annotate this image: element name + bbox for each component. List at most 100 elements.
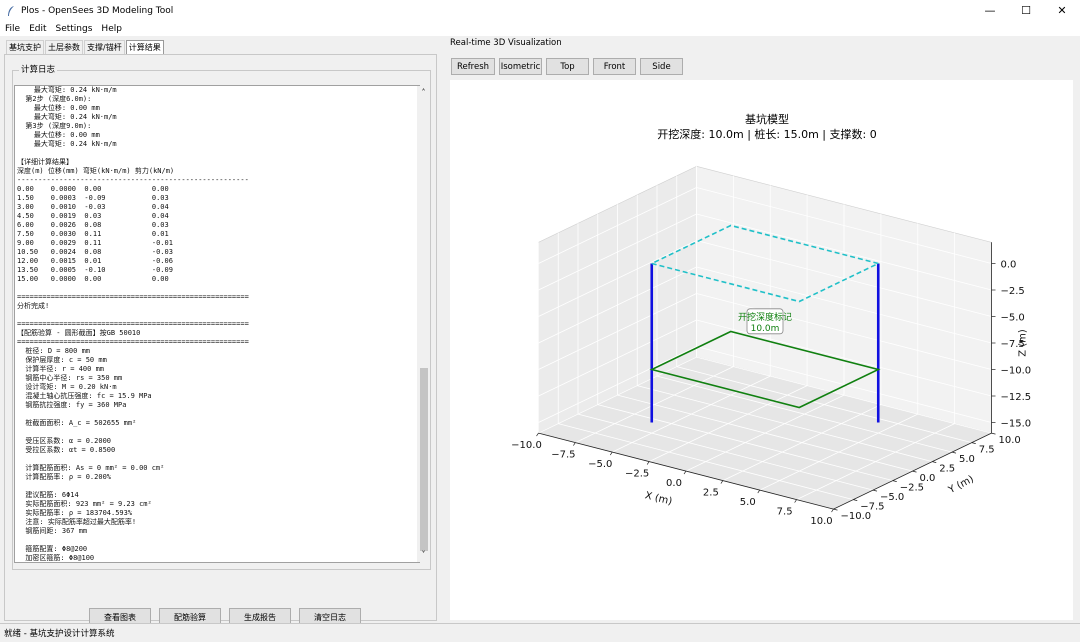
log-line: 受压区系数: α = 0.2000 [17, 437, 112, 445]
log-line: 0.00 0.0000 0.00 0.00 [17, 185, 169, 193]
log-line: 3.00 0.0010 -0.03 0.04 [17, 203, 169, 211]
log-content: 最大弯矩: 0.24 kN·m/m 第2步 (深度6.0m): 最大位移: 0.… [17, 86, 409, 562]
log-scrollbar[interactable]: ˄ ˅ [417, 86, 430, 562]
x-tick [573, 442, 576, 446]
side-view-button[interactable]: Side [640, 58, 683, 75]
y-tick [971, 442, 976, 444]
window-title: Plos - OpenSees 3D Modeling Tool [21, 5, 174, 16]
menu-edit[interactable]: Edit [29, 24, 46, 34]
scroll-up-icon[interactable]: ˄ [419, 88, 428, 98]
log-line: 【详细计算结果】 [17, 158, 73, 166]
x-tick [794, 499, 797, 503]
y-axis-label: Y (m) [946, 474, 976, 497]
z-tick-label: −12.5 [1001, 392, 1032, 403]
y-tick [991, 432, 996, 435]
log-line: ========================================… [17, 320, 249, 328]
log-line: 4.50 0.0019 0.03 0.04 [17, 212, 169, 220]
scroll-down-icon[interactable]: ˅ [419, 550, 428, 560]
y-tick [951, 451, 957, 454]
menu-file[interactable]: File [5, 24, 20, 34]
tab-struts-anchors[interactable]: 支撑/锚杆 [84, 40, 125, 54]
y-tick [833, 508, 838, 511]
log-line: 钢筋间距: 367 mm [17, 527, 88, 535]
results-tab-panel: 计算日志 最大弯矩: 0.24 kN·m/m 第2步 (深度6.0m): 最大位… [4, 54, 437, 626]
log-line: 箍筋配置: Φ8@200 [17, 545, 88, 553]
scroll-thumb[interactable] [420, 368, 428, 551]
log-line: 最大位移: 0.00 mm [17, 104, 100, 112]
x-tick [646, 461, 650, 465]
log-line: 13.50 0.0005 -0.10 -0.09 [17, 266, 173, 274]
feather-icon [8, 5, 14, 16]
log-line: 最大弯矩: 0.24 kN·m/m [17, 86, 117, 94]
visualization-panel: Real-time 3D Visualization Refresh Isome… [445, 38, 1076, 623]
log-line: 桩径: D = 800 mm [17, 347, 91, 355]
log-textarea[interactable]: 最大弯矩: 0.24 kN·m/m 第2步 (深度6.0m): 最大位移: 0.… [14, 85, 420, 563]
log-line: 12.00 0.0015 0.01 -0.06 [17, 257, 173, 265]
plot-subtitle: 开挖深度: 10.0m | 桩长: 15.0m | 支撑数: 0 [657, 127, 876, 141]
log-line: 15.00 0.0000 0.00 0.00 [17, 275, 169, 283]
maximize-button[interactable]: ☐ [1008, 0, 1044, 21]
log-line: 6.00 0.0026 0.08 0.03 [17, 221, 169, 229]
x-axis-label: X (m) [644, 490, 674, 507]
close-button[interactable]: ✕ [1044, 0, 1080, 21]
x-tick [831, 508, 834, 513]
x-tick-label: 5.0 [740, 497, 756, 508]
tab-excavation-support[interactable]: 基坑支护 [6, 40, 44, 54]
minimize-button[interactable]: — [972, 0, 1008, 21]
z-axis-label: Z (m) [1018, 329, 1029, 357]
log-line: 最大弯矩: 0.24 kN·m/m [17, 113, 117, 121]
x-tick-label: 10.0 [810, 516, 832, 527]
y-tick-label: −10.0 [841, 511, 872, 522]
log-line: 第2步 (深度6.0m): [17, 95, 92, 103]
log-frame-title: 计算日志 [19, 63, 58, 75]
top-view-button[interactable]: Top [546, 58, 589, 75]
x-tick-label: −10.0 [511, 440, 542, 451]
log-line: 7.50 0.0030 0.11 0.01 [17, 230, 169, 238]
plot-canvas[interactable]: 基坑模型 开挖深度: 10.0m | 桩长: 15.0m | 支撑数: 0 −1… [450, 80, 1073, 620]
x-tick-label: 7.5 [777, 507, 793, 518]
z-tick-label: −10.0 [1001, 366, 1032, 377]
menu-settings[interactable]: Settings [56, 24, 93, 34]
x-tick [609, 451, 613, 456]
log-line: 深度(m) 位移(mm) 弯矩(kN·m/m) 剪力(kN/m) [17, 167, 175, 175]
menu-bar: File Edit Settings Help [0, 21, 1080, 36]
y-tick [872, 489, 878, 492]
z-tick-label: 0.0 [1001, 260, 1017, 271]
front-view-button[interactable]: Front [593, 58, 636, 75]
log-line: 9.00 0.0029 0.11 -0.01 [17, 239, 173, 247]
y-tick [912, 470, 917, 473]
tab-results[interactable]: 计算结果 [125, 40, 164, 54]
x-tick [536, 432, 539, 437]
left-panel: 基坑支护 土层参数 支撑/锚杆 计算结果 计算日志 最大弯矩: 0.24 kN·… [2, 38, 439, 626]
refresh-button[interactable]: Refresh [451, 58, 495, 75]
log-line: 实际配筋率: ρ = 183704.593% [17, 509, 133, 517]
visualization-title: Real-time 3D Visualization [450, 38, 562, 48]
tab-soil-parameters[interactable]: 土层参数 [45, 40, 83, 54]
title-bar: Plos - OpenSees 3D Modeling Tool — ☐ ✕ [0, 0, 1080, 21]
x-tick [720, 480, 724, 484]
x-tick-label: −5.0 [588, 459, 612, 470]
menu-help[interactable]: Help [101, 24, 122, 34]
plot-title: 基坑模型 [745, 112, 789, 126]
log-line: 10.50 0.0024 0.08 -0.03 [17, 248, 173, 256]
y-tick [892, 480, 897, 482]
z-tick-label: −5.0 [1001, 313, 1025, 324]
x-tick [757, 489, 761, 494]
x-tick-label: 0.0 [666, 478, 682, 489]
tab-bar: 基坑支护 土层参数 支撑/锚杆 计算结果 [6, 40, 165, 55]
log-line: 钢筋抗拉强度: fy = 360 MPa [17, 401, 127, 409]
y-tick-label: 5.0 [959, 454, 975, 465]
log-line: 桩截面面积: A_c = 502655 mm² [17, 419, 137, 427]
annotation-value: 10.0m [751, 324, 780, 334]
status-bar: 就绪 - 基坑支护设计计算系统 [0, 623, 1080, 642]
log-line: 最大弯矩: 0.24 kN·m/m [17, 140, 117, 148]
view-toolbar: Refresh Isometric Top Front Side [451, 58, 687, 75]
log-line: 最大位移: 0.00 mm [17, 131, 100, 139]
isometric-button[interactable]: Isometric [499, 58, 542, 75]
